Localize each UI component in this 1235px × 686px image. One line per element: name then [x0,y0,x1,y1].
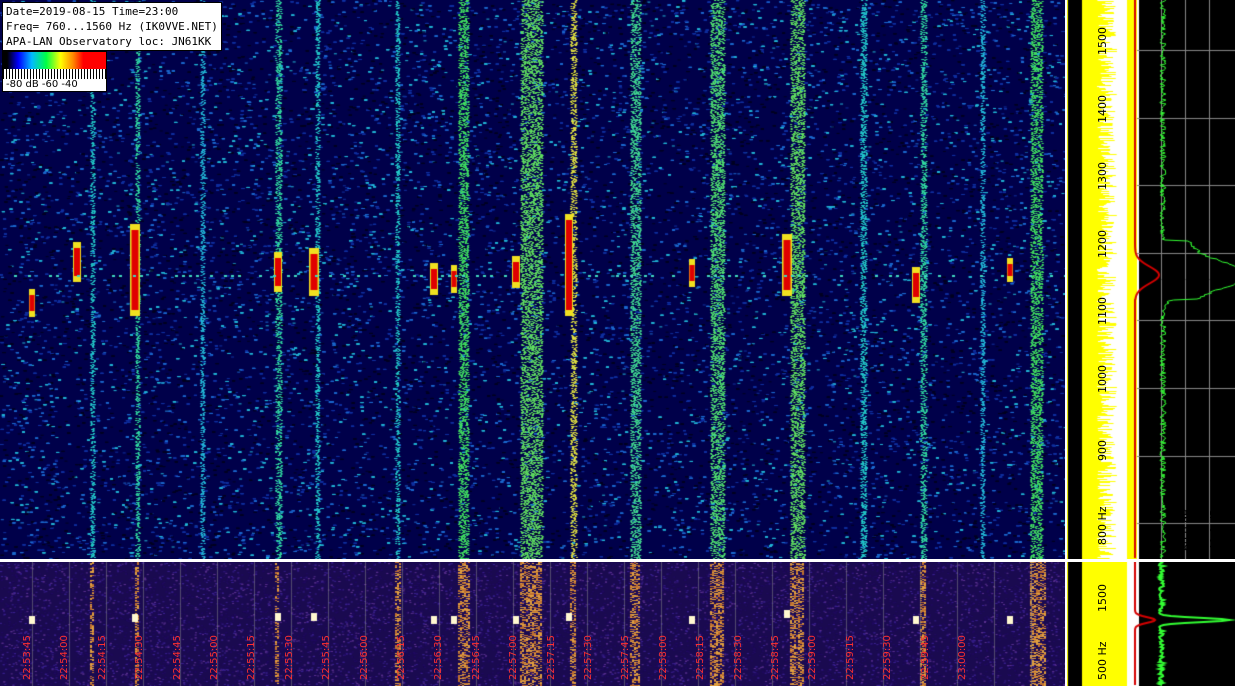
time-tick-label: 22:55:30 [283,635,295,680]
time-tick-label: 22:56:30 [433,635,445,680]
frequency-tick-label: 1500 [1096,27,1109,55]
frequency-tick-label: 800 Hz [1096,506,1109,545]
frequency-tick-label: 1000 [1096,365,1109,393]
time-tick-label: 22:59:30 [882,635,894,680]
time-tick-label: 22:59:15 [844,635,856,680]
time-tick-label: 22:58:00 [657,635,669,680]
waterfall-spectrogram[interactable] [0,0,1065,559]
lower-frequency-tick-label: 500 Hz [1096,641,1109,680]
frequency-tick-label: 1400 [1096,95,1109,123]
spectrum-panel [1067,0,1235,559]
time-tick-label: 22:58:45 [770,635,781,680]
color-gradient-bar [3,52,106,69]
time-tick-label: 22:57:00 [508,635,520,680]
time-tick-label: 22:56:00 [358,635,370,680]
observation-info-box: Date=2019-08-15 Time=23:00 Freq= 760...1… [2,2,222,51]
time-tick-label: 22:56:15 [396,635,407,680]
lower-spectrum-db-label: -40.0 dB [1208,635,1221,683]
lower-spectrum-db-label: -60.0 dB [1180,635,1193,683]
frequency-tick-label: 1300 [1096,162,1109,190]
spectrum-plot [1067,0,1235,559]
time-tick-label: 22:53:45 [22,635,33,680]
time-tick-label: 22:56:45 [470,635,482,680]
time-tick-label: 22:58:15 [695,635,707,680]
time-tick-label: 22:55:45 [321,635,333,680]
frequency-tick-label: 900 [1096,440,1109,461]
color-scale-labels: -80 dB -60 -40 [6,79,78,90]
time-tick-label: 22:57:15 [545,635,557,680]
time-tick-label: 22:57:30 [583,635,594,680]
observatory-label: APA-LAN Observatory loc: JN61KK [6,35,212,48]
color-scale-legend: -80 dB -60 -40 [2,51,107,92]
color-scale-ticks [3,69,106,79]
lower-waterfall-spectrogram[interactable] [0,562,1065,686]
frequency-tick-label: 1100 [1096,297,1109,325]
date-time-label: Date=2019-08-15 Time=23:00 [6,5,179,18]
frequency-tick-label: 1200 [1096,230,1109,258]
time-tick-label: 23:00:00 [957,635,968,680]
panel-separator [0,559,1235,562]
spectrum-db-label: -40.0 dB [1208,508,1221,556]
time-tick-label: 22:58:30 [732,635,744,680]
time-tick-label: 22:54:15 [96,635,108,680]
spectrum-db-label: -60.0 dB [1180,508,1193,556]
time-tick-label: 22:55:00 [209,635,220,680]
time-tick-label: 22:55:15 [246,635,258,680]
time-tick-label: 22:54:00 [59,635,71,680]
time-tick-label: 22:54:30 [134,635,146,680]
time-tick-label: 22:59:00 [807,635,819,680]
time-tick-label: 22:54:45 [171,635,183,680]
time-tick-label: 22:57:45 [620,635,632,680]
lower-frequency-tick-label: 1500 [1096,584,1109,612]
time-tick-label: 22:59:45 [919,635,931,680]
frequency-range-label: Freq= 760...1560 Hz (IK0VVE.NET) [6,20,218,33]
